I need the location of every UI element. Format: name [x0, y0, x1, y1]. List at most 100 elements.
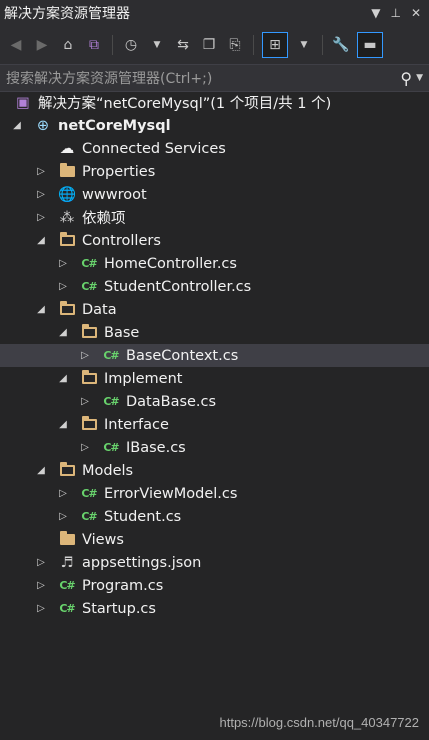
csharp-file-icon: C#: [81, 257, 97, 270]
csharp-file-icon: C#: [81, 510, 97, 523]
tree-item-label: 依赖项: [82, 211, 126, 227]
web-project-icon: ⊕: [36, 117, 50, 134]
close-icon[interactable]: ✕: [411, 6, 421, 20]
folder-open-icon: [58, 301, 76, 318]
properties-icon: [58, 163, 76, 180]
toolbar-separator: [322, 35, 323, 55]
home-icon[interactable]: ⌂: [58, 34, 78, 56]
folder-icon: [58, 531, 76, 548]
solution-node[interactable]: ▣ 解决方案“netCoreMysql”(1 个项目/共 1 个): [0, 91, 429, 114]
dropdown-icon[interactable]: ▼: [371, 6, 380, 20]
expanded-icon[interactable]: ◢: [56, 418, 70, 432]
back-icon[interactable]: ◀: [6, 34, 26, 56]
tree-item[interactable]: ▷ C# ErrorViewModel.cs: [0, 482, 429, 505]
tree-item[interactable]: ◢ Data: [0, 298, 429, 321]
tree-item[interactable]: ▷ C# Startup.cs: [0, 597, 429, 620]
collapsed-icon[interactable]: ▷: [56, 280, 70, 294]
tree-item-label: BaseContext.cs: [126, 347, 239, 364]
search-icon[interactable]: ⚲: [400, 69, 412, 88]
tree-item[interactable]: ☁ Connected Services: [0, 137, 429, 160]
tree-item[interactable]: ▷ 🌐 wwwroot: [0, 183, 429, 206]
expanded-icon[interactable]: ◢: [34, 464, 48, 478]
search-bar[interactable]: 搜索解决方案资源管理器(Ctrl+;) ⚲ ▼: [0, 64, 429, 92]
csharp-file-icon: C#: [103, 441, 119, 454]
search-input[interactable]: 搜索解决方案资源管理器(Ctrl+;): [6, 68, 400, 88]
wrench-icon[interactable]: 🔧: [331, 34, 351, 56]
tree-item[interactable]: Views: [0, 528, 429, 551]
collapsed-icon[interactable]: ▷: [34, 579, 48, 593]
project-label: netCoreMysql: [58, 117, 171, 134]
expanded-icon[interactable]: ◢: [34, 234, 48, 248]
vs-solution-icon[interactable]: ⧉: [84, 34, 104, 56]
tree-item-label: Startup.cs: [82, 600, 156, 617]
tree-item[interactable]: ▷ C# DataBase.cs: [0, 390, 429, 413]
collapsed-icon[interactable]: ▷: [34, 556, 48, 570]
tree-item-label: Connected Services: [82, 140, 226, 157]
chevron-down-icon[interactable]: ▼: [147, 34, 167, 56]
pin-icon[interactable]: ⊥: [390, 6, 400, 20]
folder-open-icon: [58, 232, 76, 249]
collapse-all-icon[interactable]: ❐: [199, 34, 219, 56]
tree-item[interactable]: ▷ C# Program.cs: [0, 574, 429, 597]
watermark: https://blog.csdn.net/qq_40347722: [219, 715, 420, 730]
folder-open-icon: [80, 324, 98, 341]
collapsed-icon[interactable]: ▷: [56, 257, 70, 271]
tree-item-label: appsettings.json: [82, 554, 202, 571]
collapsed-icon[interactable]: ▷: [78, 395, 92, 409]
expanded-icon[interactable]: ◢: [56, 372, 70, 386]
tree-item[interactable]: ▷ C# StudentController.cs: [0, 275, 429, 298]
tree-item-label: Models: [82, 462, 134, 479]
collapsed-icon[interactable]: ▷: [34, 211, 48, 225]
copy-icon[interactable]: ⎘: [225, 34, 245, 56]
tree-item[interactable]: ▷ C# Student.cs: [0, 505, 429, 528]
toolbar: ◀ ▶ ⌂ ⧉ ◷ ▼ ⇆ ❐ ⎘ ⊞ ▼ 🔧 ▬: [0, 26, 429, 64]
tree-item[interactable]: ◢ Interface: [0, 413, 429, 436]
tree-item[interactable]: ◢ Base: [0, 321, 429, 344]
solution-icon: ▣: [16, 94, 30, 111]
tree-item-label: Properties: [82, 163, 156, 180]
collapsed-icon[interactable]: ▷: [78, 349, 92, 363]
sync-icon[interactable]: ⇆: [173, 34, 193, 56]
tree-item[interactable]: ▷ C# HomeController.cs: [0, 252, 429, 275]
json-file-icon: ♬: [60, 554, 74, 571]
collapsed-icon[interactable]: ▷: [34, 165, 48, 179]
toolbar-separator: [253, 35, 254, 55]
csharp-file-icon: C#: [103, 349, 119, 362]
tree-item-label: ErrorViewModel.cs: [104, 485, 238, 502]
tree-item[interactable]: ▷ Properties: [0, 160, 429, 183]
tree-item-label: DataBase.cs: [126, 393, 217, 410]
csharp-file-icon: C#: [81, 487, 97, 500]
chevron-down-icon[interactable]: ▼: [416, 73, 423, 83]
toolbar-separator: [112, 35, 113, 55]
collapsed-icon[interactable]: ▷: [34, 602, 48, 616]
expanded-icon[interactable]: ◢: [10, 119, 24, 133]
tree-item[interactable]: ▷ ♬ appsettings.json: [0, 551, 429, 574]
collapsed-icon[interactable]: ▷: [78, 441, 92, 455]
show-all-files-icon[interactable]: ⊞: [262, 32, 288, 58]
cloud-icon: ☁: [59, 140, 75, 157]
forward-icon[interactable]: ▶: [32, 34, 52, 56]
tree-item[interactable]: ◢ Implement: [0, 367, 429, 390]
tree-item[interactable]: ▷ C# IBase.cs: [0, 436, 429, 459]
tree-item[interactable]: ◢ Models: [0, 459, 429, 482]
expanded-icon[interactable]: ◢: [56, 326, 70, 340]
history-icon[interactable]: ◷: [121, 34, 141, 56]
window-title: 解决方案资源管理器: [4, 6, 130, 22]
tree-item[interactable]: ▷ ⁂ 依赖项: [0, 206, 429, 229]
collapsed-icon[interactable]: ▷: [56, 487, 70, 501]
tree-item-label: Implement: [104, 370, 183, 387]
tree-item-label: Interface: [104, 416, 169, 433]
solution-tree: ▣ 解决方案“netCoreMysql”(1 个项目/共 1 个) ◢ ⊕ ne…: [0, 91, 429, 620]
chevron-down-icon[interactable]: ▼: [294, 34, 314, 56]
dependencies-icon: ⁂: [59, 209, 75, 226]
folder-open-icon: [58, 462, 76, 479]
expanded-icon[interactable]: ◢: [34, 303, 48, 317]
project-node[interactable]: ◢ ⊕ netCoreMysql: [0, 114, 429, 137]
csharp-file-icon: C#: [81, 280, 97, 293]
collapsed-icon[interactable]: ▷: [56, 510, 70, 524]
collapsed-icon[interactable]: ▷: [34, 188, 48, 202]
tree-item-selected[interactable]: ▷ C# BaseContext.cs: [0, 344, 429, 367]
tree-item[interactable]: ◢ Controllers: [0, 229, 429, 252]
tree-item-label: Student.cs: [104, 508, 182, 525]
preview-icon[interactable]: ▬: [357, 32, 383, 58]
